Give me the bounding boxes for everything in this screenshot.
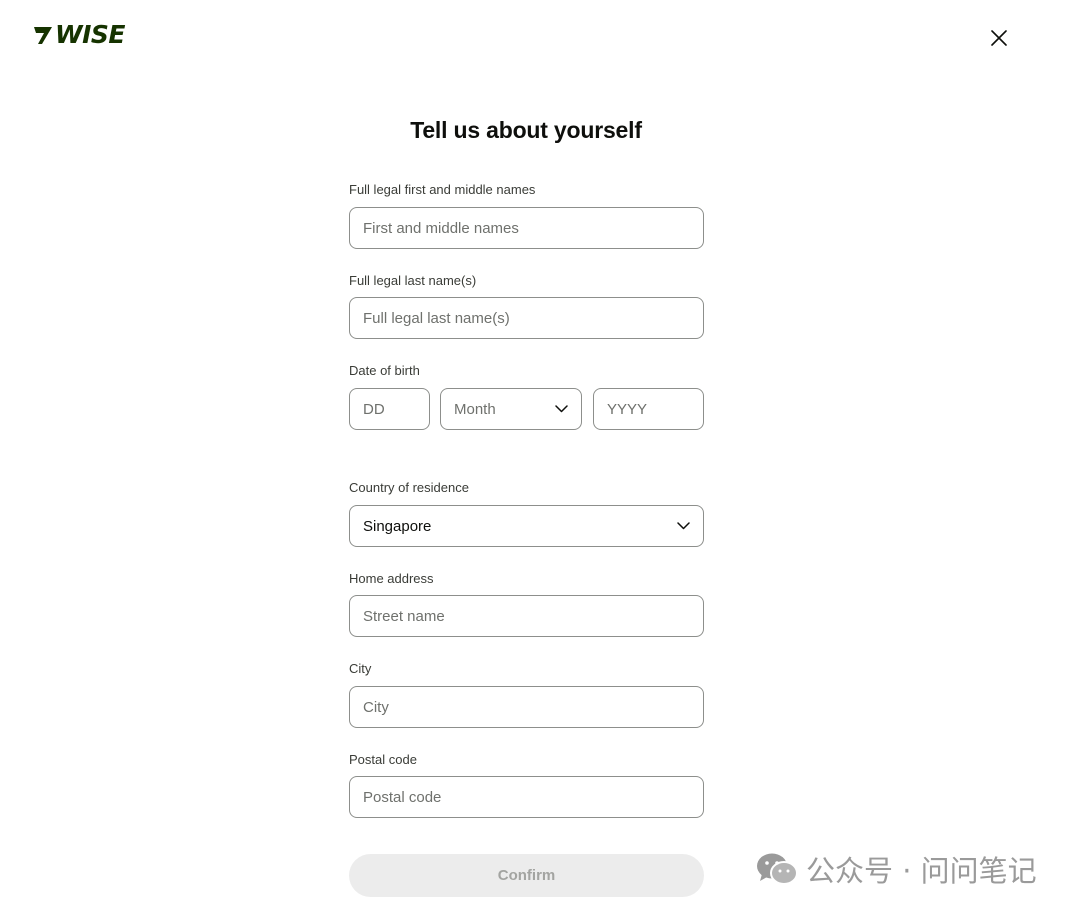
postal-code-input[interactable] bbox=[349, 776, 704, 818]
first-names-input[interactable] bbox=[349, 207, 704, 249]
dob-month-select[interactable]: Month bbox=[440, 388, 582, 430]
close-button[interactable] bbox=[986, 25, 1012, 51]
city-label: City bbox=[349, 661, 372, 676]
wise-flag-icon bbox=[34, 26, 52, 44]
dob-day-input[interactable] bbox=[349, 388, 430, 430]
country-value: Singapore bbox=[363, 517, 432, 535]
close-icon bbox=[991, 30, 1007, 46]
country-label: Country of residence bbox=[349, 480, 469, 495]
page: WISE Tell us about yourself Full legal f… bbox=[0, 0, 1080, 910]
last-names-label: Full legal last name(s) bbox=[349, 273, 477, 288]
chevron-down-icon bbox=[555, 405, 568, 413]
logo-text: WISE bbox=[55, 20, 125, 49]
first-names-label: Full legal first and middle names bbox=[349, 182, 536, 197]
chevron-down-icon bbox=[677, 522, 690, 530]
last-names-input[interactable] bbox=[349, 297, 704, 339]
wise-logo[interactable]: WISE bbox=[32, 22, 125, 47]
wechat-icon bbox=[757, 853, 798, 885]
page-title: Tell us about yourself bbox=[410, 117, 642, 143]
dob-label: Date of birth bbox=[349, 363, 420, 378]
watermark-text: 公众号 · 问问笔记 bbox=[806, 854, 1037, 888]
dob-year-input[interactable] bbox=[593, 388, 704, 430]
city-input[interactable] bbox=[349, 686, 704, 728]
watermark: 公众号 · 问问笔记 bbox=[756, 848, 1037, 890]
country-select[interactable]: Singapore bbox=[349, 505, 704, 547]
postal-code-label: Postal code bbox=[349, 752, 417, 767]
home-address-label: Home address bbox=[349, 571, 434, 586]
dob-month-placeholder: Month bbox=[454, 400, 496, 418]
street-name-input[interactable] bbox=[349, 595, 704, 637]
confirm-button[interactable]: Confirm bbox=[349, 854, 704, 897]
